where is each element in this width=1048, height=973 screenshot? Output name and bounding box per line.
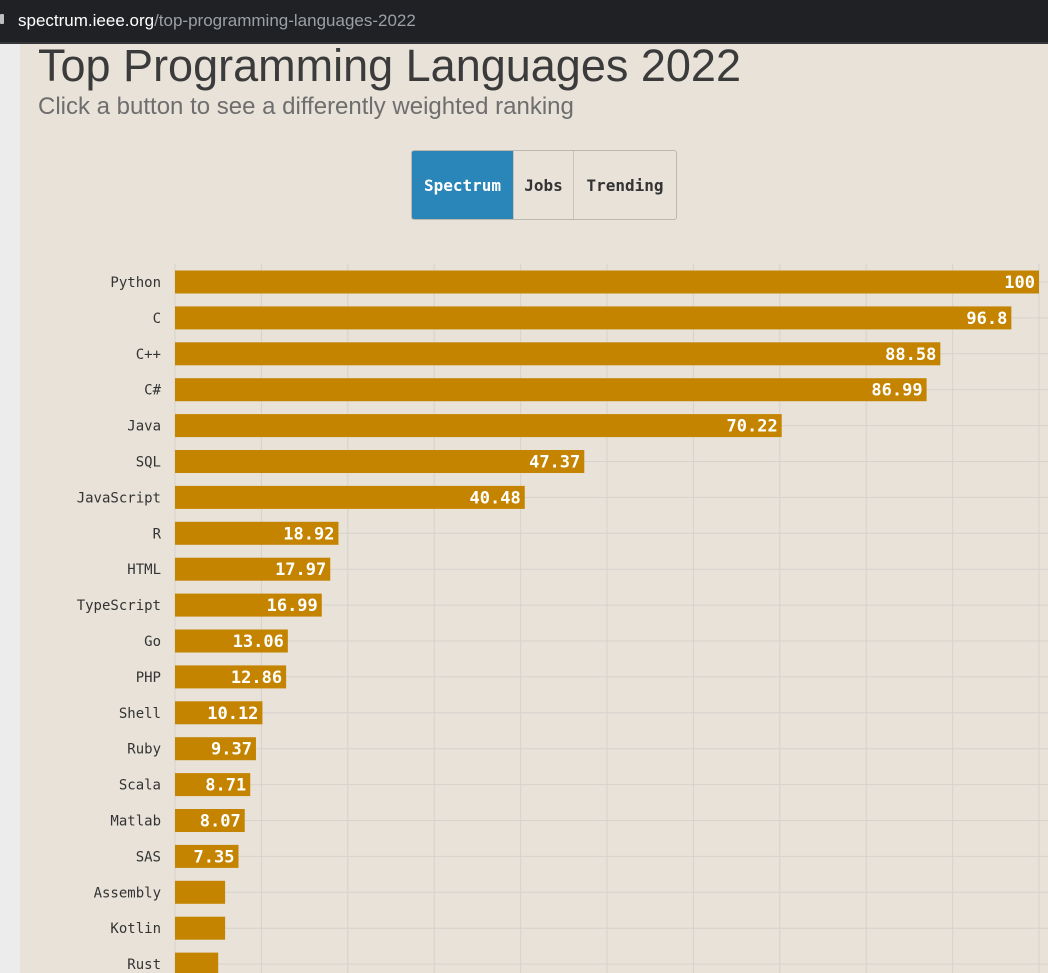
- category-label: C: [153, 311, 161, 327]
- value-label: 17.97: [275, 560, 326, 580]
- value-label: 40.48: [470, 488, 521, 508]
- category-label: R: [153, 526, 162, 542]
- category-label: Ruby: [127, 742, 161, 758]
- bar-c-[interactable]: [175, 342, 941, 366]
- url-path: /top-programming-languages-2022: [154, 11, 416, 30]
- value-label: 86.99: [871, 381, 922, 401]
- category-label: Shell: [119, 706, 161, 722]
- category-label: Kotlin: [110, 921, 161, 937]
- value-label: 100: [1004, 273, 1035, 293]
- category-label: Assembly: [94, 885, 161, 901]
- value-label: 10.12: [207, 704, 258, 724]
- category-label: TypeScript: [77, 598, 161, 614]
- value-label: 18.92: [283, 524, 334, 544]
- bar-c-[interactable]: [175, 378, 927, 402]
- category-label: Go: [144, 634, 161, 650]
- bar-kotlin[interactable]: [175, 916, 226, 940]
- category-label: SAS: [136, 849, 161, 865]
- bar-c[interactable]: [175, 306, 1012, 330]
- category-label: Python: [110, 275, 161, 291]
- category-label: Java: [127, 419, 161, 435]
- url-text[interactable]: spectrum.ieee.org/top-programming-langua…: [18, 10, 416, 32]
- category-label: C#: [144, 383, 161, 399]
- bar-rust[interactable]: [175, 952, 219, 973]
- value-label: 8.71: [205, 776, 246, 796]
- category-label: Matlab: [110, 814, 161, 830]
- value-label: 7.35: [194, 847, 235, 867]
- value-label: 9.37: [211, 740, 252, 760]
- value-label: 88.58: [885, 345, 936, 365]
- spectrum-button[interactable]: Spectrum: [412, 151, 514, 219]
- value-label: 13.06: [233, 632, 284, 652]
- category-label: Scala: [119, 778, 161, 794]
- category-label: JavaScript: [77, 490, 161, 506]
- category-label: PHP: [136, 670, 161, 686]
- category-label: Rust: [127, 957, 161, 973]
- ranking-button-group: Spectrum Jobs Trending: [411, 150, 677, 220]
- value-label: 47.37: [529, 453, 580, 473]
- jobs-button[interactable]: Jobs: [514, 151, 574, 219]
- bar-python[interactable]: [175, 270, 1039, 294]
- page-content: Python 100 C 96.8 C++ 88.58 C# 86.99 Java 70.22 SQ…: [20, 44, 1048, 973]
- category-label: SQL: [136, 455, 161, 471]
- page-subtitle: Click a button to see a differently weig…: [38, 93, 574, 120]
- lock-icon: [0, 14, 4, 24]
- bar-java[interactable]: [175, 414, 782, 438]
- value-label: 96.8: [966, 309, 1007, 329]
- bar-assembly[interactable]: [175, 880, 226, 904]
- value-label: 16.99: [267, 596, 318, 616]
- category-label: HTML: [127, 562, 161, 578]
- value-label: 8.07: [200, 812, 241, 832]
- page-title: Top Programming Languages 2022: [38, 44, 741, 91]
- value-label: 12.86: [231, 668, 282, 688]
- category-label: C++: [136, 347, 161, 363]
- url-host: spectrum.ieee.org: [18, 11, 155, 30]
- browser-address-bar[interactable]: spectrum.ieee.org/top-programming-langua…: [0, 0, 1048, 44]
- trending-button[interactable]: Trending: [574, 151, 676, 219]
- value-label: 70.22: [727, 417, 778, 437]
- bar-sql[interactable]: [175, 450, 585, 473]
